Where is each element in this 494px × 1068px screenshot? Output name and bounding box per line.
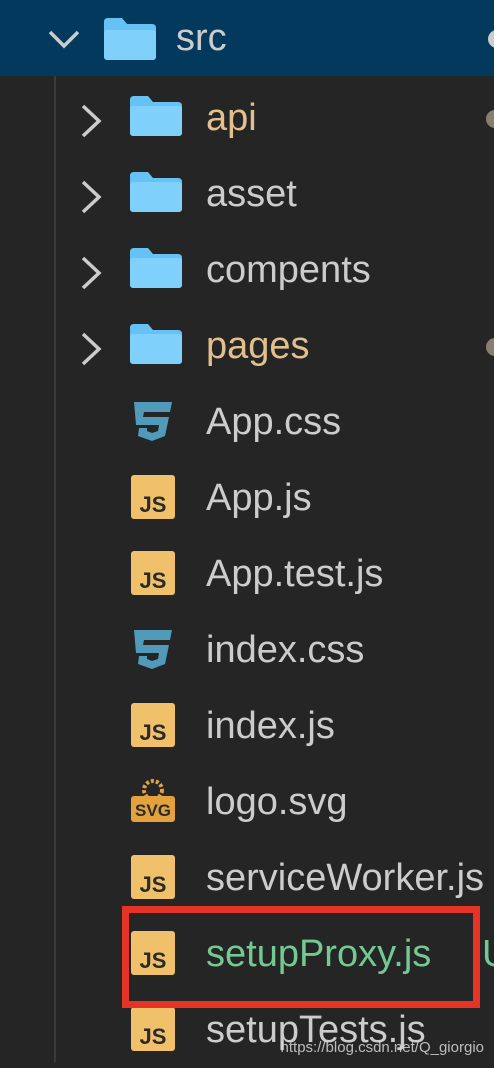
- js-icon: JS: [130, 1006, 176, 1052]
- tree-row-file-serviceworker-js[interactable]: JS serviceWorker.js: [0, 840, 494, 916]
- file-label: index.js: [206, 705, 335, 747]
- tree-row-file-app-test-js[interactable]: JS App.test.js: [0, 536, 494, 612]
- folder-label-api: api: [206, 97, 257, 139]
- file-label: logo.svg: [206, 781, 348, 823]
- untracked-status-letter: U: [482, 930, 494, 978]
- folder-icon: [128, 94, 184, 142]
- chevron-right-icon[interactable]: [80, 256, 106, 290]
- folder-icon: [128, 170, 184, 218]
- folder-open-icon: [102, 16, 158, 64]
- svg-text:JS: JS: [140, 720, 167, 745]
- svg-text:SVG: SVG: [135, 801, 171, 820]
- tree-row-folder-compents[interactable]: compents: [0, 232, 494, 308]
- js-icon: JS: [130, 474, 176, 520]
- file-label: App.css: [206, 401, 342, 443]
- svg-text:JS: JS: [140, 492, 167, 517]
- watermark: https://blog.csdn.net/Q_giorgio: [280, 1039, 484, 1056]
- js-icon: JS: [130, 854, 176, 900]
- folder-label-src: src: [176, 17, 227, 59]
- svg-text:JS: JS: [140, 1024, 167, 1049]
- file-label: serviceWorker.js: [206, 857, 485, 899]
- folder-label-asset: asset: [206, 173, 297, 215]
- folder-icon: [128, 322, 184, 370]
- tree-row-file-index-css[interactable]: index.css: [0, 612, 494, 688]
- svg-icon: SVG: [130, 778, 176, 824]
- folder-label-pages: pages: [206, 325, 310, 367]
- tree-row-file-logo-svg[interactable]: SVG logo.svg: [0, 764, 494, 840]
- chevron-down-icon[interactable]: [48, 26, 80, 52]
- js-icon: JS: [130, 702, 176, 748]
- modified-dot: [486, 110, 494, 128]
- modified-dot: [486, 338, 494, 356]
- folder-icon: [128, 246, 184, 294]
- status-dot: [488, 30, 494, 48]
- file-label: App.js: [206, 477, 312, 519]
- tree-row-src-folder[interactable]: src: [0, 0, 494, 76]
- tree-row-folder-asset[interactable]: asset: [0, 156, 494, 232]
- file-label: index.css: [206, 629, 365, 671]
- folder-label-compents: compents: [206, 249, 371, 291]
- css-icon: [130, 626, 176, 672]
- svg-text:JS: JS: [140, 568, 167, 593]
- svg-text:JS: JS: [140, 872, 167, 897]
- chevron-right-icon[interactable]: [80, 180, 106, 214]
- js-icon: JS: [130, 550, 176, 596]
- css-icon: [130, 398, 176, 444]
- tree-row-folder-api[interactable]: api: [0, 80, 494, 156]
- highlight-annotation-box: [122, 906, 480, 1008]
- tree-row-folder-pages[interactable]: pages: [0, 308, 494, 384]
- chevron-right-icon[interactable]: [80, 332, 106, 366]
- file-label: App.test.js: [206, 553, 384, 595]
- tree-row-file-index-js[interactable]: JS index.js: [0, 688, 494, 764]
- tree-row-file-app-js[interactable]: JS App.js: [0, 460, 494, 536]
- tree-row-file-app-css[interactable]: App.css: [0, 384, 494, 460]
- chevron-right-icon[interactable]: [80, 104, 106, 138]
